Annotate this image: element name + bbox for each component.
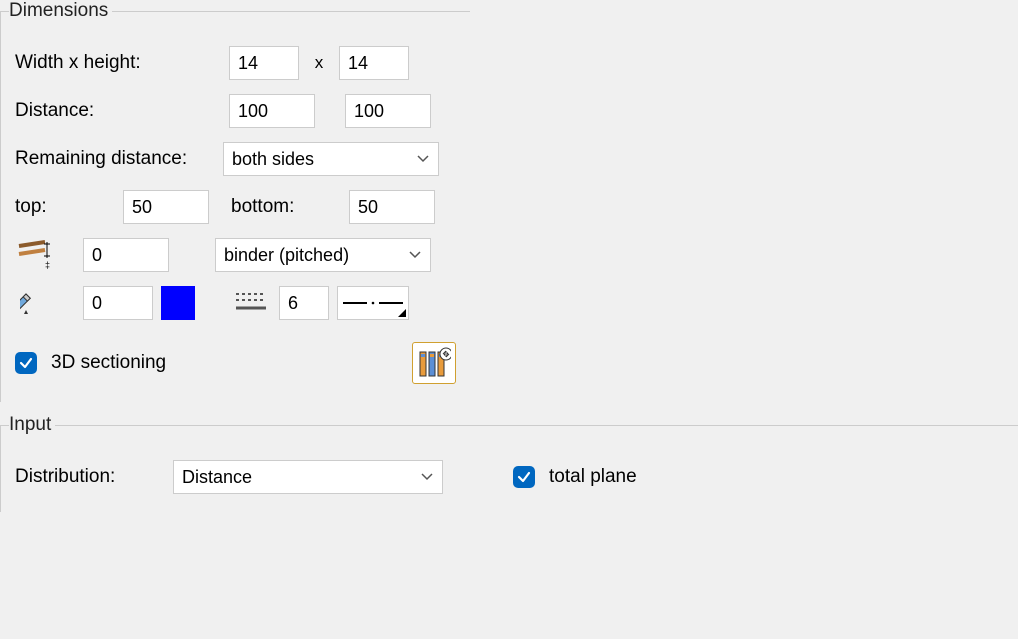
distance-input-2[interactable] [345,94,431,128]
width-input[interactable] [229,46,299,80]
dimensions-group: Dimensions Width x height: x Distance: R… [0,0,470,402]
dimensions-legend: Dimensions [9,0,112,22]
sectioning-row: 3D sectioning [15,342,456,384]
3d-sectioning-label: 3D sectioning [51,352,166,374]
linetype-icon [231,286,271,320]
width-height-row: Width x height: x [15,46,456,80]
pen-color-swatch[interactable] [161,286,195,320]
input-legend: Input [9,414,55,436]
top-label: top: [15,196,115,218]
x-separator: x [307,53,331,73]
sectioning-settings-button[interactable] [412,342,456,384]
binder-type-select[interactable]: binder (pitched) [215,238,431,272]
height-input[interactable] [339,46,409,80]
binder-offset-input[interactable] [83,238,169,272]
remaining-distance-row: Remaining distance: both sides [15,142,456,176]
binder-offset-icon: ‡ [15,238,55,272]
linetype-number-input[interactable] [279,286,329,320]
bottom-input[interactable] [349,190,435,224]
width-height-label: Width x height: [15,52,221,74]
binder-row: ‡ binder (pitched) [15,238,456,272]
bottom-label: bottom: [231,196,341,218]
top-input[interactable] [123,190,209,224]
pen-number-input[interactable] [83,286,153,320]
chevron-down-icon [420,470,434,484]
total-plane-label: total plane [549,466,637,488]
distance-input-1[interactable] [229,94,315,128]
distribution-label: Distribution: [15,466,165,488]
svg-text:‡: ‡ [45,260,50,270]
3d-sectioning-checkbox[interactable] [15,352,37,374]
remaining-distance-label: Remaining distance: [15,148,215,170]
distribution-select[interactable]: Distance [173,460,443,494]
top-bottom-row: top: bottom: [15,190,456,224]
pencil-icon [15,286,55,320]
input-group: Input Distribution: Distance total plane [0,414,1018,512]
distance-label: Distance: [15,100,221,122]
pen-line-row [15,286,456,320]
chevron-down-icon [416,152,430,166]
remaining-distance-value: both sides [232,149,314,170]
chevron-down-icon [408,248,422,262]
linestyle-preview[interactable] [337,286,409,320]
distance-row: Distance: [15,94,456,128]
total-plane-checkbox[interactable] [513,466,535,488]
binder-type-value: binder (pitched) [224,245,349,266]
distribution-row: Distribution: Distance total plane [15,460,1004,494]
distribution-value: Distance [182,467,252,488]
remaining-distance-select[interactable]: both sides [223,142,439,176]
